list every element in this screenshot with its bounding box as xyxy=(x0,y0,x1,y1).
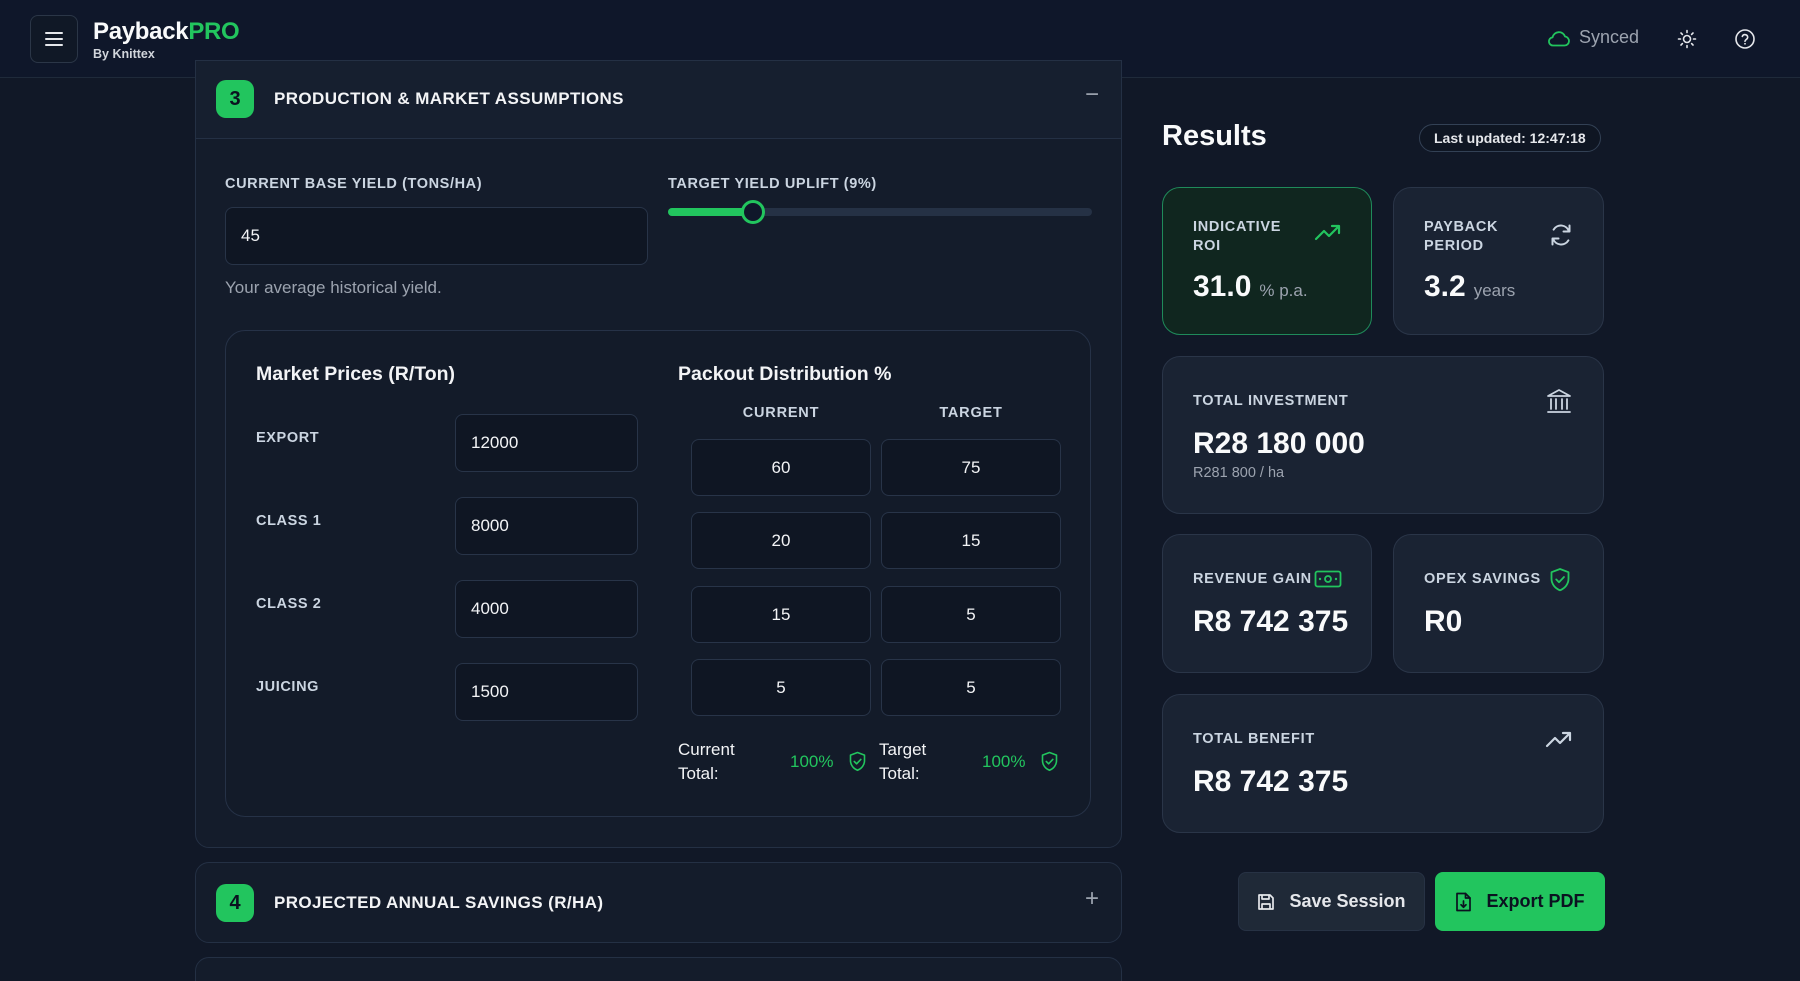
price-input-class1[interactable]: 8000 xyxy=(455,497,638,555)
payback-label: PAYBACK PERIOD xyxy=(1424,218,1498,256)
roi-unit: % p.a. xyxy=(1259,281,1308,300)
section-title: PROJECTED ANNUAL SAVINGS (R/HA) xyxy=(274,893,604,912)
file-download-icon xyxy=(1456,892,1472,911)
total-benefit-card: TOTAL BENEFIT R8 742 375 xyxy=(1162,694,1604,833)
target-total-label: Target Total: xyxy=(879,740,927,783)
shield-check-icon xyxy=(849,751,866,772)
price-input-juicing[interactable]: 1500 xyxy=(455,663,638,721)
section-projected-savings[interactable]: 4 PROJECTED ANNUAL SAVINGS (R/HA) + xyxy=(195,862,1122,943)
payback-label-line1: PAYBACK xyxy=(1424,219,1499,235)
bank-icon xyxy=(1547,389,1571,413)
payback-label-line2: PERIOD xyxy=(1424,238,1484,254)
price-label-class1: CLASS 1 xyxy=(256,513,322,529)
market-prices-title: Market Prices (R/Ton) xyxy=(256,363,456,385)
theme-toggle-button[interactable] xyxy=(1674,26,1700,52)
base-yield-input[interactable]: 45 xyxy=(225,207,648,265)
current-total-label: Current Total: xyxy=(678,740,735,783)
cloud-icon xyxy=(1548,30,1570,46)
payback-number: 3.2 xyxy=(1424,270,1466,303)
step-badge: 3 xyxy=(216,80,254,118)
current-total-value: 100% xyxy=(790,752,834,771)
roi-number: 31.0 xyxy=(1193,270,1252,303)
slider-thumb[interactable] xyxy=(740,200,765,224)
sync-status: Synced xyxy=(1547,27,1639,48)
roi-value: 31.0 % p.a. xyxy=(1193,270,1308,304)
expand-icon[interactable]: + xyxy=(1085,885,1099,913)
step-badge: 4 xyxy=(216,884,254,922)
refresh-icon xyxy=(1551,224,1571,246)
investment-label: TOTAL INVESTMENT xyxy=(1193,393,1349,409)
yield-uplift-label: TARGET YIELD UPLIFT (9%) xyxy=(668,176,877,192)
packout-target-export[interactable]: 75 xyxy=(881,439,1061,496)
banknote-icon xyxy=(1314,570,1342,588)
market-packout-card xyxy=(225,330,1091,817)
sync-status-label: Synced xyxy=(1579,27,1640,47)
packout-target-juicing[interactable]: 5 xyxy=(881,659,1061,716)
payback-card: PAYBACK PERIOD 3.2 years xyxy=(1393,187,1604,335)
menu-icon xyxy=(45,32,63,46)
roi-label-line2: ROI xyxy=(1193,238,1221,254)
menu-button[interactable] xyxy=(30,15,78,63)
investment-per-ha: R281 800 / ha xyxy=(1193,465,1285,481)
help-icon xyxy=(1735,29,1755,49)
opex-value: R0 xyxy=(1424,605,1463,638)
packout-current-class1[interactable]: 20 xyxy=(691,512,871,569)
packout-current-class2[interactable]: 15 xyxy=(691,586,871,643)
target-total-value: 100% xyxy=(982,752,1026,771)
brand: PaybackPRO By Knittex xyxy=(93,18,240,61)
section-title: PRODUCTION & MARKET ASSUMPTIONS xyxy=(274,89,624,108)
brand-subtitle: By Knittex xyxy=(93,47,155,61)
results-title: Results xyxy=(1162,120,1267,152)
total-investment-card: TOTAL INVESTMENT R28 180 000 R281 800 / … xyxy=(1162,356,1604,514)
revenue-label: REVENUE GAIN xyxy=(1193,571,1312,587)
price-label-export: EXPORT xyxy=(256,430,320,446)
price-label-class2: CLASS 2 xyxy=(256,596,322,612)
brand-name-main: Payback xyxy=(93,18,189,45)
investment-value: R28 180 000 xyxy=(1193,427,1365,460)
save-session-button[interactable]: Save Session xyxy=(1238,872,1425,931)
price-input-class2[interactable]: 4000 xyxy=(455,580,638,638)
roi-card: INDICATIVE ROI 31.0 % p.a. xyxy=(1162,187,1372,335)
price-input-export[interactable]: 12000 xyxy=(455,414,638,472)
trending-up-icon xyxy=(1545,731,1572,748)
opex-label: OPEX SAVINGS xyxy=(1424,571,1541,587)
benefit-value: R8 742 375 xyxy=(1193,765,1349,798)
base-yield-label: CURRENT BASE YIELD (TONS/HA) xyxy=(225,176,483,192)
packout-target-class2[interactable]: 5 xyxy=(881,586,1061,643)
packout-title: Packout Distribution % xyxy=(678,363,892,385)
trending-up-icon xyxy=(1314,224,1341,241)
save-session-label: Save Session xyxy=(1289,891,1406,911)
roi-label-line1: INDICATIVE xyxy=(1193,219,1282,235)
packout-current-export[interactable]: 60 xyxy=(691,439,871,496)
export-pdf-button[interactable]: Export PDF xyxy=(1435,872,1605,931)
packout-target-class1[interactable]: 15 xyxy=(881,512,1061,569)
collapse-icon[interactable]: − xyxy=(1085,81,1099,109)
payback-value: 3.2 years xyxy=(1424,270,1515,304)
col-head-current: CURRENT xyxy=(742,405,820,421)
last-updated-badge: Last updated: 12:47:18 xyxy=(1419,124,1601,152)
packout-current-juicing[interactable]: 5 xyxy=(691,659,871,716)
save-icon xyxy=(1258,893,1275,910)
brand-name: PaybackPRO xyxy=(93,18,240,46)
col-head-target: TARGET xyxy=(939,405,1003,421)
help-button[interactable] xyxy=(1732,26,1758,52)
roi-label: INDICATIVE ROI xyxy=(1193,218,1281,256)
benefit-label: TOTAL BENEFIT xyxy=(1193,731,1315,747)
yield-uplift-slider[interactable] xyxy=(668,200,1092,224)
export-pdf-label: Export PDF xyxy=(1486,891,1585,911)
shield-check-icon xyxy=(1041,751,1058,772)
sun-icon xyxy=(1677,29,1697,49)
shield-check-icon xyxy=(1550,568,1570,592)
base-yield-hint: Your average historical yield. xyxy=(225,278,442,297)
section-3-header[interactable]: 3 PRODUCTION & MARKET ASSUMPTIONS − xyxy=(196,61,1121,139)
section-next xyxy=(195,957,1122,981)
revenue-gain-card: REVENUE GAIN R8 742 375 xyxy=(1162,534,1372,673)
revenue-value: R8 742 375 xyxy=(1193,605,1349,638)
price-label-juicing: JUICING xyxy=(256,679,320,695)
payback-unit: years xyxy=(1473,281,1516,300)
opex-savings-card: OPEX SAVINGS R0 xyxy=(1393,534,1604,673)
brand-name-suffix: PRO xyxy=(188,18,240,45)
